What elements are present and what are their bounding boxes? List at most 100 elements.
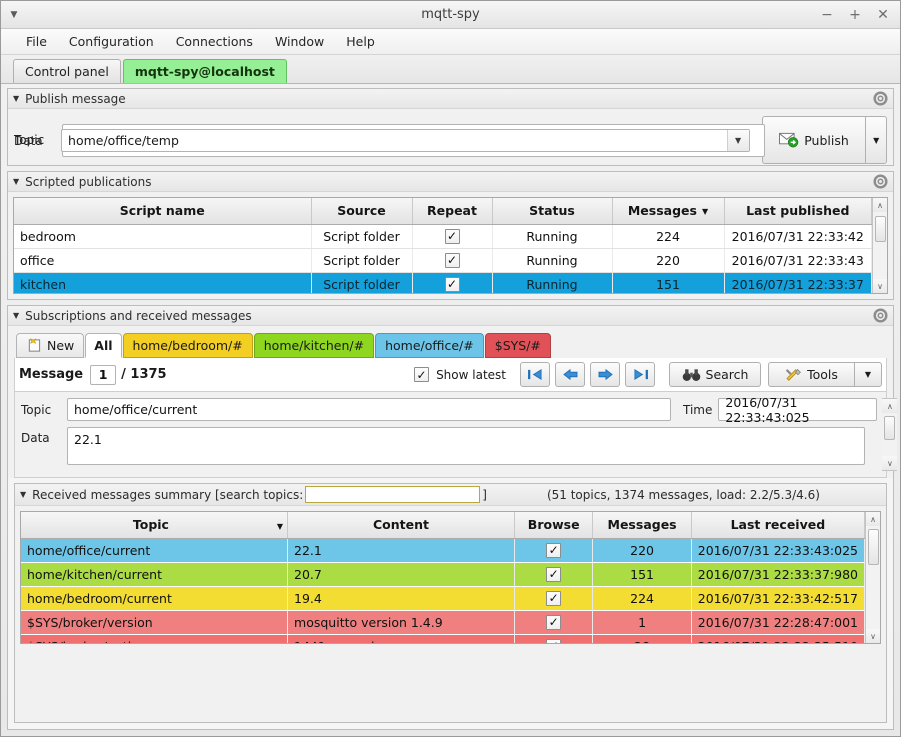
publish-button[interactable]: Publish: [761, 116, 866, 164]
tools-button[interactable]: Tools: [768, 362, 854, 387]
close-button[interactable]: ✕: [876, 8, 890, 22]
column-content[interactable]: Content: [287, 512, 515, 539]
menu-help[interactable]: Help: [335, 31, 386, 52]
publish-topic-input[interactable]: home/office/temp: [62, 130, 727, 151]
gear-icon[interactable]: [873, 174, 888, 189]
menu-file[interactable]: File: [15, 31, 58, 52]
message-topic-row: Topic home/office/current Time 2016/07/3…: [21, 395, 878, 425]
next-message-button[interactable]: [590, 362, 620, 387]
table-row[interactable]: bedroom Script folder ✓ Running 224 2016…: [14, 224, 872, 249]
subscription-tab-sys[interactable]: $SYS/#: [484, 333, 551, 358]
column-messages[interactable]: Messages ▼: [612, 198, 725, 225]
cell-source: Script folder: [311, 248, 413, 273]
scrollbar-track[interactable]: [865, 526, 880, 629]
column-browse[interactable]: Browse: [514, 512, 594, 539]
browse-checkbox[interactable]: ✓: [546, 638, 562, 643]
gear-icon[interactable]: [873, 91, 888, 106]
tab-control-panel[interactable]: Control panel: [13, 59, 121, 83]
subscriptions-body: New All home/bedroom/# home/kitchen/# ho…: [8, 326, 898, 478]
scroll-down-icon[interactable]: ∨: [872, 279, 887, 293]
table-row[interactable]: office Script folder ✓ Running 220 2016/…: [14, 248, 872, 273]
table-row[interactable]: $SYS/broker/version mosquitto version 1.…: [21, 610, 866, 635]
chevron-down-icon[interactable]: ▼: [726, 129, 749, 151]
column-source[interactable]: Source: [311, 198, 413, 225]
browse-checkbox[interactable]: ✓: [546, 614, 562, 630]
previous-message-button[interactable]: [555, 362, 585, 387]
subscription-tab-home-bedroom[interactable]: home/bedroom/#: [122, 333, 253, 358]
tools-dropdown-button[interactable]: ▼: [854, 362, 882, 387]
cell-messages: 224: [592, 586, 692, 611]
table-row[interactable]: home/bedroom/current 19.4 ✓ 224 2016/07/…: [21, 586, 866, 611]
last-message-button[interactable]: [625, 362, 655, 387]
cell-source: Script folder: [311, 272, 413, 293]
browse-checkbox[interactable]: ✓: [546, 590, 562, 606]
publish-dropdown-button[interactable]: ▼: [865, 116, 888, 164]
cell-browse: ✓: [514, 610, 594, 635]
collapse-caret-icon[interactable]: ▼: [13, 94, 19, 103]
menu-configuration[interactable]: Configuration: [58, 31, 165, 52]
cell-last-received: 2016/07/31 22:33:37:980: [691, 562, 866, 587]
subscription-tab-all[interactable]: All: [85, 333, 122, 358]
scrollbar-thumb[interactable]: [867, 529, 879, 565]
gear-icon[interactable]: [873, 308, 888, 323]
column-status[interactable]: Status: [492, 198, 613, 225]
column-messages[interactable]: Messages: [592, 512, 692, 539]
menu-window[interactable]: Window: [264, 31, 335, 52]
search-topics-input[interactable]: [305, 486, 481, 503]
scrollbar-thumb[interactable]: [884, 416, 896, 440]
publish-data-label: Data: [14, 133, 43, 148]
column-last-published[interactable]: Last published: [724, 198, 872, 225]
scroll-up-icon[interactable]: ∧: [865, 512, 880, 526]
scripted-publications-grid: Script name Source Repeat Status Message…: [14, 198, 872, 293]
scrollbar-track[interactable]: [882, 413, 898, 456]
publish-topic-combo[interactable]: home/office/temp ▼: [61, 128, 750, 152]
repeat-checkbox[interactable]: ✓: [444, 252, 460, 268]
scroll-down-icon[interactable]: ∨: [865, 629, 880, 643]
search-button[interactable]: Search: [669, 362, 761, 387]
column-repeat[interactable]: Repeat: [412, 198, 493, 225]
minimize-button[interactable]: −: [820, 8, 834, 22]
message-detail-scrollbar[interactable]: ∧ ∨: [882, 398, 898, 471]
scripted-table-scrollbar[interactable]: ∧ ∨: [872, 198, 887, 293]
table-row[interactable]: home/kitchen/current 20.7 ✓ 151 2016/07/…: [21, 562, 866, 587]
scroll-up-icon[interactable]: ∧: [872, 198, 887, 212]
browse-checkbox[interactable]: ✓: [546, 542, 562, 558]
column-last-received[interactable]: Last received: [691, 512, 866, 539]
message-index-input[interactable]: 1: [90, 364, 117, 385]
collapse-caret-icon[interactable]: ▼: [20, 490, 26, 499]
publish-button-label: Publish: [804, 132, 849, 148]
collapse-caret-icon[interactable]: ▼: [13, 177, 19, 186]
subscription-tab-home-office[interactable]: home/office/#: [375, 333, 484, 358]
collapse-caret-icon[interactable]: ▼: [13, 311, 19, 320]
scroll-up-icon[interactable]: ∧: [882, 399, 898, 413]
message-topic-input[interactable]: home/office/current: [67, 398, 671, 421]
table-row[interactable]: kitchen Script folder ✓ Running 151 2016…: [14, 272, 872, 293]
scrollbar-track[interactable]: [872, 212, 887, 279]
menu-connections[interactable]: Connections: [165, 31, 264, 52]
tab-mqtt-spy-localhost[interactable]: mqtt-spy@localhost: [122, 59, 287, 83]
cell-topic: home/office/current: [21, 538, 289, 563]
first-message-button[interactable]: [520, 362, 550, 387]
scroll-down-icon[interactable]: ∨: [882, 456, 898, 470]
window-menu-caret-icon[interactable]: ▼: [1, 10, 27, 20]
cell-content: 22.1: [287, 538, 515, 563]
repeat-checkbox[interactable]: ✓: [444, 276, 460, 292]
subscriptions-panel: ▼ Subscriptions and received messages Ne…: [7, 305, 898, 730]
message-data-value[interactable]: 22.1: [67, 427, 865, 465]
maximize-button[interactable]: +: [848, 8, 862, 22]
cell-last-published: 2016/07/31 22:33:37: [724, 272, 872, 293]
cell-script-name: bedroom: [14, 224, 312, 249]
subscription-tab-home-kitchen[interactable]: home/kitchen/#: [253, 333, 375, 358]
scrollbar-thumb[interactable]: [874, 216, 886, 242]
column-topic[interactable]: Topic ▼: [21, 512, 289, 539]
table-row[interactable]: home/office/current 22.1 ✓ 220 2016/07/3…: [21, 538, 866, 563]
column-script-name[interactable]: Script name: [14, 198, 312, 225]
repeat-checkbox[interactable]: ✓: [444, 228, 460, 244]
show-latest-checkbox[interactable]: ✓: [414, 367, 430, 382]
table-row[interactable]: $SYS/broker/uptime 1441 seconds ✓ 28 201…: [21, 634, 866, 643]
received-messages-scrollbar[interactable]: ∧ ∨: [865, 512, 880, 643]
message-time-label: Time: [683, 402, 713, 417]
new-subscription-tab[interactable]: New: [16, 333, 85, 358]
browse-checkbox[interactable]: ✓: [546, 566, 562, 582]
summary-body: Topic ▼ Content Browse Messages Last rec…: [15, 506, 886, 722]
